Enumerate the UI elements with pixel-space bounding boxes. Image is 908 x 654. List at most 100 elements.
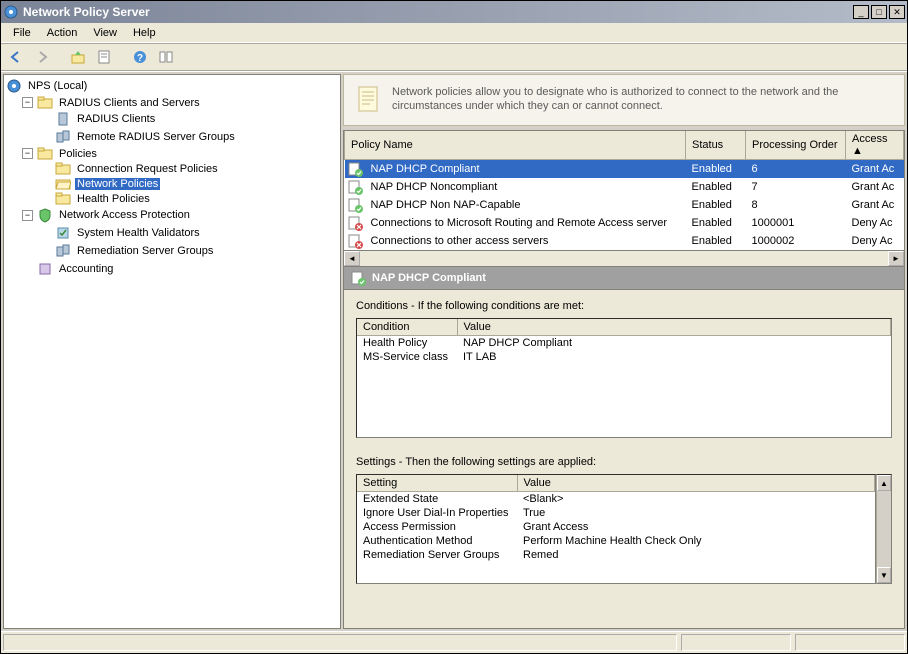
window-title: Network Policy Server xyxy=(23,5,851,19)
col-status[interactable]: Status xyxy=(686,131,746,160)
status-cell xyxy=(3,634,677,651)
scroll-right-icon[interactable]: ► xyxy=(888,251,904,266)
policy-row[interactable]: NAP DHCP Non NAP-CapableEnabled8Grant Ac xyxy=(345,196,904,214)
server-icon xyxy=(55,111,71,127)
forward-button[interactable] xyxy=(31,46,53,68)
main-window: Network Policy Server _ □ ✕ File Action … xyxy=(0,0,908,654)
conditions-label: Conditions - If the following conditions… xyxy=(356,300,892,312)
policy-status-icon xyxy=(345,160,365,179)
up-button[interactable] xyxy=(67,46,89,68)
nps-icon xyxy=(6,78,22,94)
toolbar: ? xyxy=(1,43,907,71)
policy-header-row[interactable]: Policy Name Status Processing Order Acce… xyxy=(345,131,904,160)
policy-icon xyxy=(350,270,366,286)
status-cell xyxy=(795,634,905,651)
collapse-icon[interactable]: − xyxy=(22,97,33,108)
scroll-left-icon[interactable]: ◄ xyxy=(344,251,360,266)
detail-pane: Network policies allow you to designate … xyxy=(343,74,905,629)
properties-button[interactable] xyxy=(93,46,115,68)
policy-access-cell: Grant Ac xyxy=(846,196,904,214)
tree-root-nps[interactable]: NPS (Local) xyxy=(4,77,340,95)
tree-rsg[interactable]: Remediation Server Groups xyxy=(4,242,340,260)
scroll-up-icon[interactable]: ▲ xyxy=(877,475,891,491)
collapse-icon[interactable]: − xyxy=(22,148,33,159)
tree-radius-clients[interactable]: RADIUS Clients xyxy=(4,110,340,128)
setting-row[interactable]: Ignore User Dial-In PropertiesTrue xyxy=(357,506,875,520)
close-button[interactable]: ✕ xyxy=(889,5,905,19)
content-area: NPS (Local) − RADIUS Clients and Servers… xyxy=(1,71,907,631)
server-group-icon xyxy=(55,243,71,259)
col-setting[interactable]: Setting xyxy=(357,475,517,492)
tree-connection-request[interactable]: Connection Request Policies xyxy=(4,161,340,176)
setting-row[interactable]: Authentication MethodPerform Machine Hea… xyxy=(357,534,875,548)
policy-access-cell: Deny Ac xyxy=(846,214,904,232)
tree-nap[interactable]: − Network Access Protection xyxy=(4,206,340,224)
tree-policies[interactable]: − Policies xyxy=(4,146,340,161)
menu-action[interactable]: Action xyxy=(39,25,86,41)
col-condition[interactable]: Condition xyxy=(357,319,457,336)
policy-order-cell: 8 xyxy=(746,196,846,214)
info-banner: Network policies allow you to designate … xyxy=(343,74,905,126)
policy-order-cell: 7 xyxy=(746,178,846,196)
col-policy-name[interactable]: Policy Name xyxy=(345,131,686,160)
policy-list[interactable]: Policy Name Status Processing Order Acce… xyxy=(343,130,905,251)
document-icon xyxy=(356,85,382,115)
folder-icon xyxy=(55,162,71,175)
policy-status-cell: Enabled xyxy=(686,178,746,196)
detail-title: NAP DHCP Compliant xyxy=(372,272,486,284)
condition-row[interactable]: MS-Service classIT LAB xyxy=(357,350,891,364)
menu-help[interactable]: Help xyxy=(125,25,164,41)
shield-icon xyxy=(37,207,53,223)
detail-header: NAP DHCP Compliant xyxy=(343,267,905,290)
col-processing-order[interactable]: Processing Order xyxy=(746,131,846,160)
policy-row[interactable]: NAP DHCP CompliantEnabled6Grant Ac xyxy=(345,160,904,179)
setting-row[interactable]: Access PermissionGrant Access xyxy=(357,520,875,534)
accounting-icon xyxy=(37,261,53,277)
tree-remote-radius[interactable]: Remote RADIUS Server Groups xyxy=(4,128,340,146)
show-hide-button[interactable] xyxy=(155,46,177,68)
policy-row[interactable]: NAP DHCP NoncompliantEnabled7Grant Ac xyxy=(345,178,904,196)
policy-access-cell: Grant Ac xyxy=(846,178,904,196)
tree-network-policies[interactable]: Network Policies xyxy=(4,176,340,191)
col-value[interactable]: Value xyxy=(517,475,875,492)
policy-order-cell: 1000001 xyxy=(746,214,846,232)
menubar: File Action View Help xyxy=(1,23,907,43)
col-value[interactable]: Value xyxy=(457,319,891,336)
col-access[interactable]: Access ▲ xyxy=(846,131,904,160)
vertical-scrollbar[interactable]: ▲ ▼ xyxy=(876,474,892,584)
maximize-button[interactable]: □ xyxy=(871,5,887,19)
policy-order-cell: 6 xyxy=(746,160,846,179)
policy-order-cell: 1000002 xyxy=(746,232,846,250)
svg-text:?: ? xyxy=(137,53,143,64)
policy-name-cell: NAP DHCP Compliant xyxy=(365,160,686,179)
policy-status-cell: Enabled xyxy=(686,196,746,214)
folder-icon xyxy=(37,96,53,109)
policy-status-cell: Enabled xyxy=(686,214,746,232)
settings-box[interactable]: Setting Value Extended State<Blank>Ignor… xyxy=(356,474,876,584)
policy-access-cell: Deny Ac xyxy=(846,232,904,250)
policy-row[interactable]: Connections to other access serversEnabl… xyxy=(345,232,904,250)
tree-pane[interactable]: NPS (Local) − RADIUS Clients and Servers… xyxy=(3,74,341,629)
help-button[interactable]: ? xyxy=(129,46,151,68)
setting-row[interactable]: Remediation Server GroupsRemed xyxy=(357,548,875,562)
policy-status-cell: Enabled xyxy=(686,160,746,179)
collapse-icon[interactable]: − xyxy=(22,210,33,221)
setting-row[interactable]: Extended State<Blank> xyxy=(357,492,875,507)
horizontal-scrollbar[interactable]: ◄ ► xyxy=(343,251,905,267)
menu-view[interactable]: View xyxy=(85,25,125,41)
statusbar xyxy=(1,631,907,653)
policy-row[interactable]: Connections to Microsoft Routing and Rem… xyxy=(345,214,904,232)
minimize-button[interactable]: _ xyxy=(853,5,869,19)
scroll-down-icon[interactable]: ▼ xyxy=(877,567,891,583)
folder-icon xyxy=(55,192,71,205)
condition-row[interactable]: Health PolicyNAP DHCP Compliant xyxy=(357,336,891,351)
tree-radius-parent[interactable]: − RADIUS Clients and Servers xyxy=(4,95,340,110)
back-button[interactable] xyxy=(5,46,27,68)
tree-health-policies[interactable]: Health Policies xyxy=(4,191,340,206)
banner-text: Network policies allow you to designate … xyxy=(392,85,892,114)
tree-shv[interactable]: System Health Validators xyxy=(4,224,340,242)
tree-accounting[interactable]: Accounting xyxy=(4,260,340,278)
titlebar[interactable]: Network Policy Server _ □ ✕ xyxy=(1,1,907,23)
conditions-box[interactable]: Condition Value Health PolicyNAP DHCP Co… xyxy=(356,318,892,438)
menu-file[interactable]: File xyxy=(5,25,39,41)
